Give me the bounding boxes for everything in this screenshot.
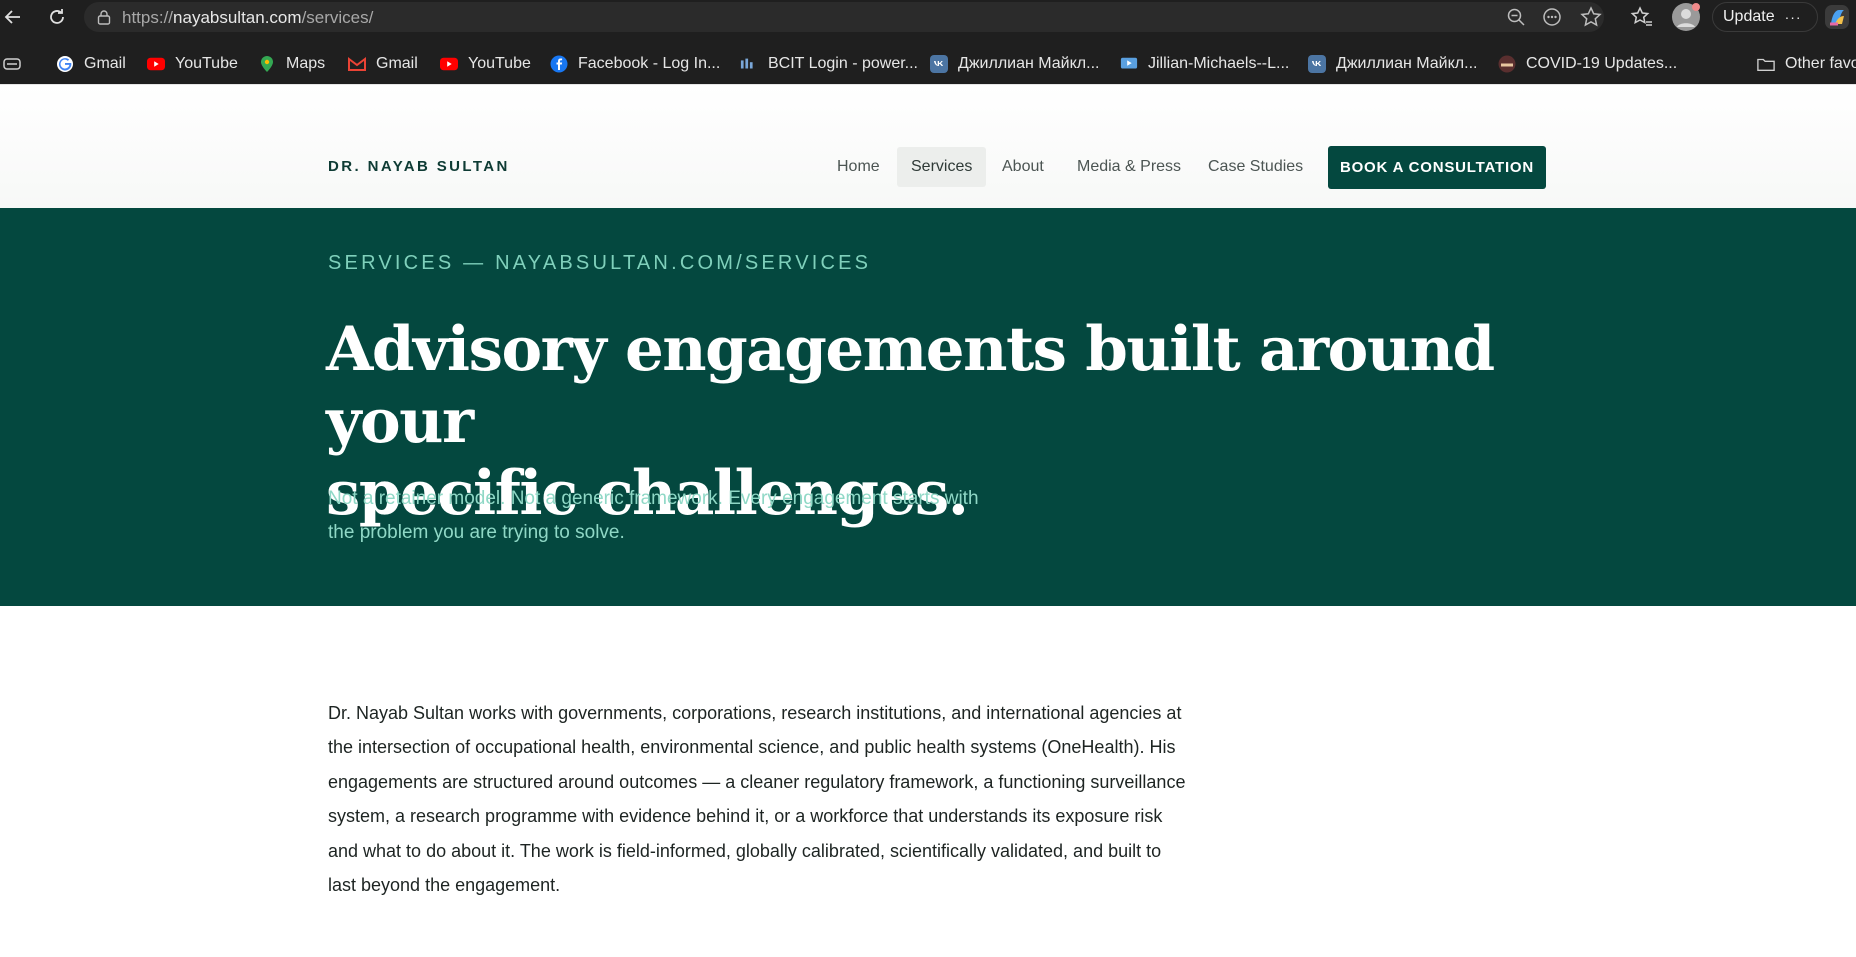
copilot-icon[interactable] [1822,2,1852,32]
more-menu-icon: ··· [1784,9,1802,25]
bookmark-item[interactable]: Facebook - Log In... [550,52,720,76]
tab-actions-icon[interactable] [2,54,22,74]
bookmark-label: Facebook - Log In... [578,55,721,72]
bookmark-label: Gmail [84,55,126,72]
zoom-out-icon[interactable] [1506,7,1526,27]
url-field[interactable]: https://nayabsultan.com/services/ [84,2,1604,32]
site-brand-logo[interactable]: DR. NAYAB SULTAN [328,158,510,175]
bookmark-item[interactable]: YouTube [147,52,238,76]
google-icon [56,55,74,73]
bcit-icon [740,55,758,73]
chrome-separator [0,34,1856,44]
bookmark-label: Maps [286,55,326,72]
nav-services[interactable]: Services [897,147,987,187]
url-path: /services/ [301,8,374,27]
nav-media-press[interactable]: Media & Press [1063,147,1195,187]
reading-mode-icon[interactable] [1542,7,1562,27]
hero-eyebrow: SERVICES — NAYABSULTAN.COM/SERVICES [328,252,872,274]
hero-subtitle: Not a retainer model. Not a generic fram… [328,488,979,543]
bookmark-label: Other favo [1785,55,1856,72]
favorites-list-icon[interactable] [1630,5,1654,29]
browser-address-bar: https://nayabsultan.com/services/ Update… [0,0,1856,34]
bookmark-item[interactable]: BCIT Login - power... [740,52,918,76]
favorite-star-icon[interactable] [1580,6,1602,28]
bookmark-label: YouTube [175,55,238,72]
bookmark-item[interactable]: Other favo [1757,52,1856,76]
video-icon [1120,55,1138,73]
bookmark-label: Jillian-Michaels--L... [1148,55,1290,72]
hero-section: SERVICES — NAYABSULTAN.COM/SERVICES Advi… [0,208,1856,606]
url-prefix: https:// [122,8,174,27]
back-arrow-icon[interactable] [2,6,24,28]
nav-home[interactable]: Home [823,147,894,187]
youtube-icon [440,55,458,73]
bookmark-item[interactable]: YouTube [440,52,531,76]
bookmark-label: COVID-19 Updates... [1526,55,1678,72]
facebook-icon [550,55,568,73]
youtube-icon [147,55,165,73]
bookmark-item[interactable]: Gmail [348,52,418,76]
bookmarks-bar: Gmail YouTube Maps Gmail YouTube Faceboo… [0,44,1856,84]
site-header: DR. NAYAB SULTAN Home Services About Med… [0,84,1856,209]
url-host: nayabsultan.com [173,8,302,27]
bookmark-item[interactable]: Gmail [56,52,126,76]
profile-avatar-icon[interactable] [1671,2,1701,32]
maps-icon [258,55,276,73]
nav-case-studies[interactable]: Case Studies [1194,147,1317,187]
bookmark-label: Джиллиан Майкл... [958,55,1100,72]
bookmark-item[interactable]: COVID-19 Updates... [1498,52,1677,76]
nav-about[interactable]: About [988,147,1058,187]
intro-paragraph: Dr. Nayab Sultan works with governments,… [328,703,1186,896]
bookmark-label: Gmail [376,55,418,72]
bookmark-item[interactable]: Jillian-Michaels--L... [1120,52,1289,76]
bookmark-label: Джиллиан Майкл... [1336,55,1478,72]
bookmark-item[interactable]: Джиллиан Майкл... [930,52,1099,76]
bookmark-item[interactable]: Джиллиан Майкл... [1308,52,1477,76]
browser-update-button[interactable]: Update ··· [1712,2,1818,32]
site-icon [1498,55,1516,73]
reload-icon[interactable] [46,6,68,28]
url-text: https://nayabsultan.com/services/ [122,8,373,28]
bookmark-item[interactable]: Maps [258,52,325,76]
bookmark-label: YouTube [468,55,531,72]
vk-icon [1308,55,1326,73]
update-label: Update [1723,8,1775,25]
hero-title-line-1: Advisory engagements built around your [326,314,1495,457]
folder-icon [1757,55,1775,73]
book-consultation-button[interactable]: BOOK A CONSULTATION [1328,146,1546,189]
bookmark-label: BCIT Login - power... [768,55,918,72]
lock-icon[interactable] [96,9,112,25]
vk-icon [930,55,948,73]
gmail-icon [348,55,366,73]
